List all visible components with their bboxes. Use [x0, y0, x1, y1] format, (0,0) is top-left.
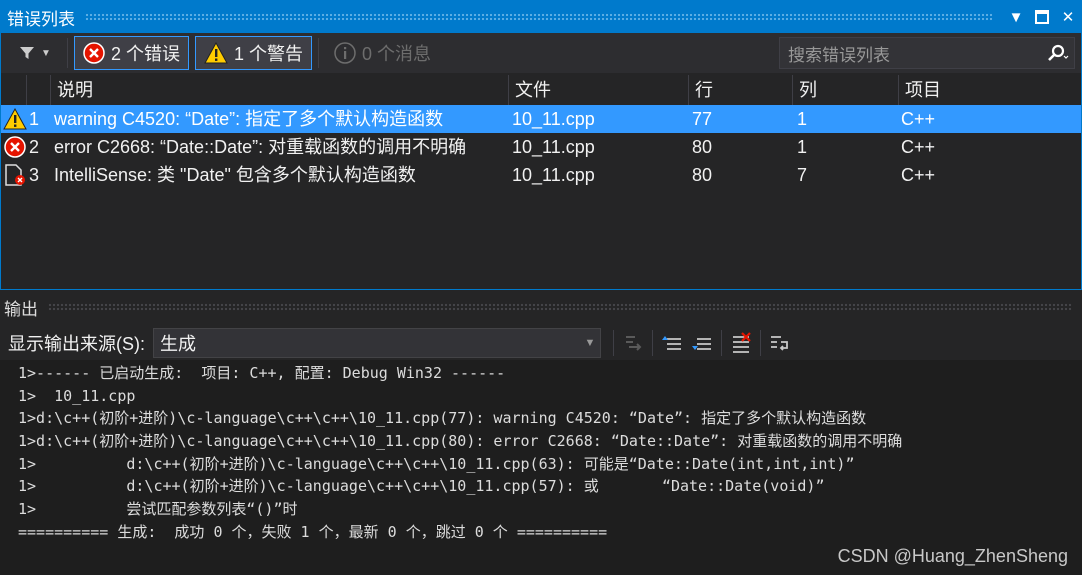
error-search-input[interactable]: 搜索错误列表: [779, 37, 1075, 69]
error-list-toolbar: ▼ 2 个错误 1 个警告 0 个消息 搜索错误列表: [1, 33, 1081, 73]
output-line: ========== 生成: 成功 0 个，失败 1 个，最新 0 个，跳过 0…: [18, 522, 608, 541]
goto-source-icon[interactable]: [618, 328, 648, 358]
table-row[interactable]: 3 IntelliSense: 类 "Date" 包含多个默认构造函数 10_1…: [1, 161, 1081, 189]
warning-icon: [3, 108, 27, 130]
row-number: 2: [29, 137, 40, 157]
row-file: 10_11.cpp: [512, 137, 595, 157]
row-description: warning C4520: “Date”: 指定了多个默认构造函数: [54, 109, 444, 129]
error-list-titlebar: 错误列表 ▼ ✕: [1, 1, 1081, 33]
error-list-title: 错误列表: [7, 9, 75, 29]
output-source-label: 显示输出来源(S):: [8, 334, 145, 354]
warnings-filter-button[interactable]: 1 个警告: [195, 36, 313, 70]
row-file: 10_11.cpp: [512, 165, 595, 185]
column-header-description[interactable]: 说明: [50, 75, 508, 105]
search-icon[interactable]: [1040, 38, 1074, 68]
error-icon: [83, 42, 105, 64]
output-line: 1>------ 已启动生成: 项目: C++, 配置: Debug Win32…: [18, 364, 506, 382]
row-number: 3: [29, 165, 40, 185]
intellisense-error-icon: [5, 164, 25, 186]
row-column: 7: [797, 165, 808, 185]
row-column: 1: [797, 137, 808, 157]
output-titlebar: 输出: [0, 292, 1082, 322]
funnel-icon: [20, 47, 35, 59]
filter-button[interactable]: ▼: [9, 38, 61, 68]
output-title: 输出: [4, 299, 38, 319]
row-project: C++: [901, 165, 936, 185]
row-description: IntelliSense: 类 "Date" 包含多个默认构造函数: [54, 165, 416, 185]
close-icon[interactable]: ✕: [1055, 4, 1081, 30]
toolbar-separator: [721, 330, 722, 356]
error-icon: [4, 136, 26, 158]
output-toolbar: 显示输出来源(S): 生成 ▼: [0, 326, 1082, 360]
toolbar-separator: [760, 330, 761, 356]
messages-filter-label: 0 个消息: [362, 44, 432, 64]
table-row[interactable]: 1 warning C4520: “Date”: 指定了多个默认构造函数 10_…: [1, 105, 1081, 133]
dropdown-arrow-icon[interactable]: ▼: [1003, 4, 1029, 30]
output-line: 1> d:\c++(初阶+进阶)\c-language\c++\c++\10_1…: [18, 454, 855, 473]
output-line: 1>d:\c++(初阶+进阶)\c-language\c++\c++\10_11…: [18, 432, 903, 451]
output-source-select[interactable]: 生成 ▼: [153, 328, 601, 358]
errors-filter-label: 2 个错误: [111, 44, 181, 64]
messages-filter-button[interactable]: 0 个消息: [325, 36, 440, 70]
column-header-project[interactable]: 项目: [898, 75, 1080, 105]
output-text-area[interactable]: 1>------ 已启动生成: 项目: C++, 配置: Debug Win32…: [0, 360, 1082, 575]
output-source-value: 生成: [160, 334, 196, 354]
warnings-filter-label: 1 个警告: [234, 44, 304, 64]
drag-grip[interactable]: [48, 303, 1072, 311]
info-icon: [334, 42, 356, 64]
row-line: 80: [692, 137, 713, 157]
clear-all-icon[interactable]: [726, 328, 756, 358]
toolbar-separator: [67, 38, 68, 68]
row-line: 80: [692, 165, 713, 185]
table-row[interactable]: 2 error C2668: “Date::Date”: 对重载函数的调用不明确…: [1, 133, 1081, 161]
row-number: 1: [29, 109, 40, 129]
column-header-file[interactable]: 文件: [508, 75, 688, 105]
row-file: 10_11.cpp: [512, 109, 595, 129]
row-column: 1: [797, 109, 808, 129]
row-project: C++: [901, 137, 936, 157]
maximize-icon[interactable]: [1029, 4, 1055, 30]
row-project: C++: [901, 109, 936, 129]
previous-message-icon[interactable]: [657, 328, 687, 358]
chevron-down-icon: ▼: [41, 47, 51, 59]
word-wrap-icon[interactable]: [765, 328, 795, 358]
column-header-blank: [26, 75, 50, 105]
row-line: 77: [692, 109, 713, 129]
column-header-line[interactable]: 行: [688, 75, 792, 105]
drag-grip[interactable]: [85, 13, 993, 21]
toolbar-separator: [318, 38, 320, 68]
column-header-column[interactable]: 列: [792, 75, 898, 105]
toolbar-separator: [652, 330, 653, 356]
output-line: 1> 尝试匹配参数列表“()”时: [18, 500, 298, 519]
output-line: 1> d:\c++(初阶+进阶)\c-language\c++\c++\10_1…: [18, 477, 825, 496]
error-search-placeholder: 搜索错误列表: [788, 45, 890, 65]
row-description: error C2668: “Date::Date”: 对重载函数的调用不明确: [54, 137, 467, 157]
watermark: CSDN @Huang_ZhenSheng: [837, 546, 1068, 566]
output-line: 1> 10_11.cpp: [18, 386, 136, 405]
errors-filter-button[interactable]: 2 个错误: [74, 36, 190, 70]
output-line: 1>d:\c++(初阶+进阶)\c-language\c++\c++\10_11…: [18, 409, 867, 428]
next-message-icon[interactable]: [687, 328, 717, 358]
chevron-down-icon: ▼: [584, 337, 596, 349]
warning-icon: [204, 42, 228, 64]
toolbar-separator: [613, 330, 614, 356]
